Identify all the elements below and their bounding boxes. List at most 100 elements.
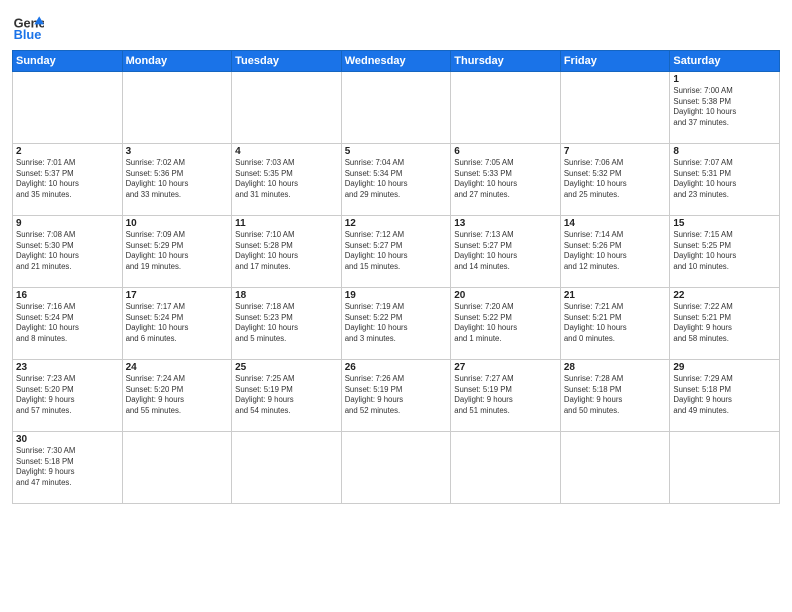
day-number: 30 bbox=[16, 434, 119, 445]
day-number: 2 bbox=[16, 146, 119, 157]
week-row-5: 30Sunrise: 7:30 AM Sunset: 5:18 PM Dayli… bbox=[13, 432, 780, 504]
day-number: 19 bbox=[345, 290, 448, 301]
day-number: 14 bbox=[564, 218, 667, 229]
day-cell bbox=[560, 72, 670, 144]
week-row-4: 23Sunrise: 7:23 AM Sunset: 5:20 PM Dayli… bbox=[13, 360, 780, 432]
day-cell: 8Sunrise: 7:07 AM Sunset: 5:31 PM Daylig… bbox=[670, 144, 780, 216]
day-info: Sunrise: 7:08 AM Sunset: 5:30 PM Dayligh… bbox=[16, 230, 119, 272]
day-cell: 2Sunrise: 7:01 AM Sunset: 5:37 PM Daylig… bbox=[13, 144, 123, 216]
weekday-header-wednesday: Wednesday bbox=[341, 51, 451, 72]
day-cell: 27Sunrise: 7:27 AM Sunset: 5:19 PM Dayli… bbox=[451, 360, 561, 432]
day-info: Sunrise: 7:21 AM Sunset: 5:21 PM Dayligh… bbox=[564, 302, 667, 344]
day-number: 13 bbox=[454, 218, 557, 229]
day-info: Sunrise: 7:01 AM Sunset: 5:37 PM Dayligh… bbox=[16, 158, 119, 200]
day-cell: 17Sunrise: 7:17 AM Sunset: 5:24 PM Dayli… bbox=[122, 288, 232, 360]
day-cell: 3Sunrise: 7:02 AM Sunset: 5:36 PM Daylig… bbox=[122, 144, 232, 216]
day-number: 21 bbox=[564, 290, 667, 301]
day-number: 28 bbox=[564, 362, 667, 373]
weekday-header-row: SundayMondayTuesdayWednesdayThursdayFrid… bbox=[13, 51, 780, 72]
day-cell bbox=[451, 432, 561, 504]
day-cell: 4Sunrise: 7:03 AM Sunset: 5:35 PM Daylig… bbox=[232, 144, 342, 216]
day-info: Sunrise: 7:04 AM Sunset: 5:34 PM Dayligh… bbox=[345, 158, 448, 200]
week-row-1: 2Sunrise: 7:01 AM Sunset: 5:37 PM Daylig… bbox=[13, 144, 780, 216]
day-info: Sunrise: 7:03 AM Sunset: 5:35 PM Dayligh… bbox=[235, 158, 338, 200]
day-info: Sunrise: 7:20 AM Sunset: 5:22 PM Dayligh… bbox=[454, 302, 557, 344]
day-cell bbox=[341, 432, 451, 504]
day-info: Sunrise: 7:15 AM Sunset: 5:25 PM Dayligh… bbox=[673, 230, 776, 272]
day-cell: 10Sunrise: 7:09 AM Sunset: 5:29 PM Dayli… bbox=[122, 216, 232, 288]
day-number: 20 bbox=[454, 290, 557, 301]
day-cell: 5Sunrise: 7:04 AM Sunset: 5:34 PM Daylig… bbox=[341, 144, 451, 216]
day-cell: 13Sunrise: 7:13 AM Sunset: 5:27 PM Dayli… bbox=[451, 216, 561, 288]
day-info: Sunrise: 7:12 AM Sunset: 5:27 PM Dayligh… bbox=[345, 230, 448, 272]
day-number: 12 bbox=[345, 218, 448, 229]
logo-icon: General Blue bbox=[12, 10, 44, 42]
day-cell: 20Sunrise: 7:20 AM Sunset: 5:22 PM Dayli… bbox=[451, 288, 561, 360]
day-info: Sunrise: 7:00 AM Sunset: 5:38 PM Dayligh… bbox=[673, 86, 776, 128]
day-number: 24 bbox=[126, 362, 229, 373]
day-number: 3 bbox=[126, 146, 229, 157]
day-number: 15 bbox=[673, 218, 776, 229]
day-info: Sunrise: 7:26 AM Sunset: 5:19 PM Dayligh… bbox=[345, 374, 448, 416]
page: General Blue SundayMondayTuesdayWednesda… bbox=[0, 0, 792, 612]
day-cell: 22Sunrise: 7:22 AM Sunset: 5:21 PM Dayli… bbox=[670, 288, 780, 360]
day-info: Sunrise: 7:23 AM Sunset: 5:20 PM Dayligh… bbox=[16, 374, 119, 416]
day-cell: 21Sunrise: 7:21 AM Sunset: 5:21 PM Dayli… bbox=[560, 288, 670, 360]
day-cell: 28Sunrise: 7:28 AM Sunset: 5:18 PM Dayli… bbox=[560, 360, 670, 432]
day-info: Sunrise: 7:02 AM Sunset: 5:36 PM Dayligh… bbox=[126, 158, 229, 200]
day-cell: 30Sunrise: 7:30 AM Sunset: 5:18 PM Dayli… bbox=[13, 432, 123, 504]
day-cell: 29Sunrise: 7:29 AM Sunset: 5:18 PM Dayli… bbox=[670, 360, 780, 432]
day-number: 9 bbox=[16, 218, 119, 229]
day-cell: 25Sunrise: 7:25 AM Sunset: 5:19 PM Dayli… bbox=[232, 360, 342, 432]
day-number: 8 bbox=[673, 146, 776, 157]
day-info: Sunrise: 7:06 AM Sunset: 5:32 PM Dayligh… bbox=[564, 158, 667, 200]
day-info: Sunrise: 7:29 AM Sunset: 5:18 PM Dayligh… bbox=[673, 374, 776, 416]
weekday-header-thursday: Thursday bbox=[451, 51, 561, 72]
header: General Blue bbox=[12, 10, 780, 42]
day-cell: 14Sunrise: 7:14 AM Sunset: 5:26 PM Dayli… bbox=[560, 216, 670, 288]
day-number: 4 bbox=[235, 146, 338, 157]
day-cell: 6Sunrise: 7:05 AM Sunset: 5:33 PM Daylig… bbox=[451, 144, 561, 216]
day-info: Sunrise: 7:14 AM Sunset: 5:26 PM Dayligh… bbox=[564, 230, 667, 272]
day-cell bbox=[13, 72, 123, 144]
day-cell: 9Sunrise: 7:08 AM Sunset: 5:30 PM Daylig… bbox=[13, 216, 123, 288]
day-cell bbox=[232, 72, 342, 144]
weekday-header-sunday: Sunday bbox=[13, 51, 123, 72]
day-info: Sunrise: 7:16 AM Sunset: 5:24 PM Dayligh… bbox=[16, 302, 119, 344]
day-number: 22 bbox=[673, 290, 776, 301]
day-number: 25 bbox=[235, 362, 338, 373]
day-info: Sunrise: 7:27 AM Sunset: 5:19 PM Dayligh… bbox=[454, 374, 557, 416]
day-info: Sunrise: 7:25 AM Sunset: 5:19 PM Dayligh… bbox=[235, 374, 338, 416]
day-cell bbox=[122, 432, 232, 504]
weekday-header-friday: Friday bbox=[560, 51, 670, 72]
day-number: 26 bbox=[345, 362, 448, 373]
day-info: Sunrise: 7:07 AM Sunset: 5:31 PM Dayligh… bbox=[673, 158, 776, 200]
day-cell: 19Sunrise: 7:19 AM Sunset: 5:22 PM Dayli… bbox=[341, 288, 451, 360]
day-cell: 1Sunrise: 7:00 AM Sunset: 5:38 PM Daylig… bbox=[670, 72, 780, 144]
calendar: SundayMondayTuesdayWednesdayThursdayFrid… bbox=[12, 50, 780, 504]
week-row-2: 9Sunrise: 7:08 AM Sunset: 5:30 PM Daylig… bbox=[13, 216, 780, 288]
day-info: Sunrise: 7:22 AM Sunset: 5:21 PM Dayligh… bbox=[673, 302, 776, 344]
day-cell: 12Sunrise: 7:12 AM Sunset: 5:27 PM Dayli… bbox=[341, 216, 451, 288]
day-cell bbox=[341, 72, 451, 144]
day-cell: 23Sunrise: 7:23 AM Sunset: 5:20 PM Dayli… bbox=[13, 360, 123, 432]
day-number: 10 bbox=[126, 218, 229, 229]
day-cell: 24Sunrise: 7:24 AM Sunset: 5:20 PM Dayli… bbox=[122, 360, 232, 432]
day-number: 18 bbox=[235, 290, 338, 301]
week-row-0: 1Sunrise: 7:00 AM Sunset: 5:38 PM Daylig… bbox=[13, 72, 780, 144]
day-info: Sunrise: 7:05 AM Sunset: 5:33 PM Dayligh… bbox=[454, 158, 557, 200]
day-number: 27 bbox=[454, 362, 557, 373]
day-info: Sunrise: 7:13 AM Sunset: 5:27 PM Dayligh… bbox=[454, 230, 557, 272]
weekday-header-monday: Monday bbox=[122, 51, 232, 72]
day-number: 23 bbox=[16, 362, 119, 373]
day-info: Sunrise: 7:19 AM Sunset: 5:22 PM Dayligh… bbox=[345, 302, 448, 344]
day-number: 7 bbox=[564, 146, 667, 157]
day-number: 17 bbox=[126, 290, 229, 301]
week-row-3: 16Sunrise: 7:16 AM Sunset: 5:24 PM Dayli… bbox=[13, 288, 780, 360]
day-info: Sunrise: 7:10 AM Sunset: 5:28 PM Dayligh… bbox=[235, 230, 338, 272]
day-cell bbox=[560, 432, 670, 504]
day-cell bbox=[670, 432, 780, 504]
day-info: Sunrise: 7:30 AM Sunset: 5:18 PM Dayligh… bbox=[16, 446, 119, 488]
day-number: 11 bbox=[235, 218, 338, 229]
day-number: 29 bbox=[673, 362, 776, 373]
